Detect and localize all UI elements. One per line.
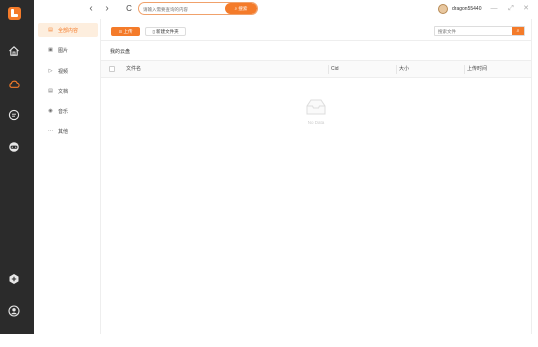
empty-box-icon xyxy=(306,99,326,115)
table-header: 文件名 Cid 大小 上传时间 xyxy=(101,60,531,78)
column-upload-time[interactable]: 上传时间 xyxy=(467,61,487,78)
global-search-button[interactable]: ⌕ 搜索 xyxy=(225,3,257,14)
global-search-button-label: 搜索 xyxy=(238,6,248,11)
image-icon: ▣ xyxy=(48,47,53,53)
sidebar-item-label: 视频 xyxy=(58,68,69,75)
global-search-input[interactable] xyxy=(143,4,221,14)
chat-icon[interactable] xyxy=(8,109,20,121)
sidebar-item-label: 音乐 xyxy=(58,108,69,115)
sidebar-item-other[interactable]: ··· 其他 xyxy=(38,124,98,138)
top-bar: ‹ › C ⌕ 搜索 dragon55440 — ⤢ ✕ xyxy=(34,0,538,19)
global-search: ⌕ 搜索 xyxy=(138,2,258,15)
sidebar-item-all[interactable]: ▤ 全部内容 xyxy=(38,23,98,37)
column-size[interactable]: 大小 xyxy=(399,61,409,78)
music-icon: ◉ xyxy=(48,108,53,114)
icon-rail xyxy=(0,0,34,334)
window-bottom xyxy=(0,334,538,347)
document-icon: ▤ xyxy=(48,88,53,94)
sidebar-item-label: 全部内容 xyxy=(58,27,79,34)
sidebar-item-videos[interactable]: ▷ 视频 xyxy=(38,64,98,78)
new-folder-button-label: 新建文件夹 xyxy=(156,29,179,34)
close-button[interactable]: ✕ xyxy=(521,3,531,15)
all-files-icon: ▤ xyxy=(48,27,53,33)
breadcrumb[interactable]: 我的云盘 xyxy=(110,48,130,55)
file-search-button[interactable]: ⌕ xyxy=(512,27,524,35)
file-search: ⌕ xyxy=(434,26,525,36)
column-cid[interactable]: Cid xyxy=(331,61,339,78)
toolbar-divider xyxy=(101,40,531,41)
avatar xyxy=(438,4,448,14)
column-divider xyxy=(328,65,329,74)
upload-button[interactable]: ⊙ 上传 xyxy=(111,27,140,36)
chevron-right-icon: › xyxy=(105,3,109,14)
new-folder-button[interactable]: ▯ 新建文件夹 xyxy=(145,27,186,36)
forward-button[interactable]: › xyxy=(101,3,113,15)
search-icon: ⌕ xyxy=(516,28,520,34)
logo-icon xyxy=(8,7,21,20)
search-icon: ⌕ xyxy=(234,6,238,11)
folder-icon: ▯ xyxy=(152,29,155,34)
empty-state-text: No Data xyxy=(307,120,325,125)
column-filename[interactable]: 文件名 xyxy=(126,61,141,78)
more-icon: ··· xyxy=(48,128,53,134)
back-button[interactable]: ‹ xyxy=(85,3,97,15)
select-all-checkbox[interactable] xyxy=(109,66,115,72)
minimize-button[interactable]: — xyxy=(489,3,499,15)
maximize-button[interactable]: ⤢ xyxy=(506,3,516,15)
column-divider xyxy=(396,65,397,74)
upload-icon: ⊙ xyxy=(118,29,123,34)
sidebar-item-label: 图片 xyxy=(58,47,69,54)
user-profile[interactable]: dragon55440 xyxy=(438,3,481,15)
scrollbar[interactable] xyxy=(531,19,538,334)
upload-button-label: 上传 xyxy=(123,29,133,34)
sidebar-item-images[interactable]: ▣ 图片 xyxy=(38,43,98,57)
refresh-button[interactable]: C xyxy=(123,2,135,15)
plugin-icon[interactable] xyxy=(8,273,20,285)
sidebar-item-label: 其他 xyxy=(58,128,69,135)
empty-state: No Data xyxy=(291,97,341,125)
category-sidebar: ▤ 全部内容 ▣ 图片 ▷ 视频 ▤ 文档 ◉ 音乐 ··· 其他 xyxy=(34,19,101,334)
sidebar-item-music[interactable]: ◉ 音乐 xyxy=(38,104,98,118)
sidebar-item-documents[interactable]: ▤ 文档 xyxy=(38,84,98,98)
sidebar-item-label: 文档 xyxy=(58,88,69,95)
video-icon: ▷ xyxy=(48,68,53,74)
column-divider xyxy=(464,65,465,74)
user-icon[interactable] xyxy=(8,305,20,317)
file-search-input[interactable] xyxy=(438,28,508,35)
game-icon[interactable] xyxy=(8,141,20,153)
cloud-icon[interactable] xyxy=(8,78,20,90)
username: dragon55440 xyxy=(452,6,482,12)
home-icon[interactable] xyxy=(8,45,20,57)
file-browser: ⊙ 上传 ▯ 新建文件夹 ⌕ 我的云盘 文件名 Cid 大小 上传时间 No D… xyxy=(101,19,531,334)
chevron-left-icon: ‹ xyxy=(89,3,93,14)
